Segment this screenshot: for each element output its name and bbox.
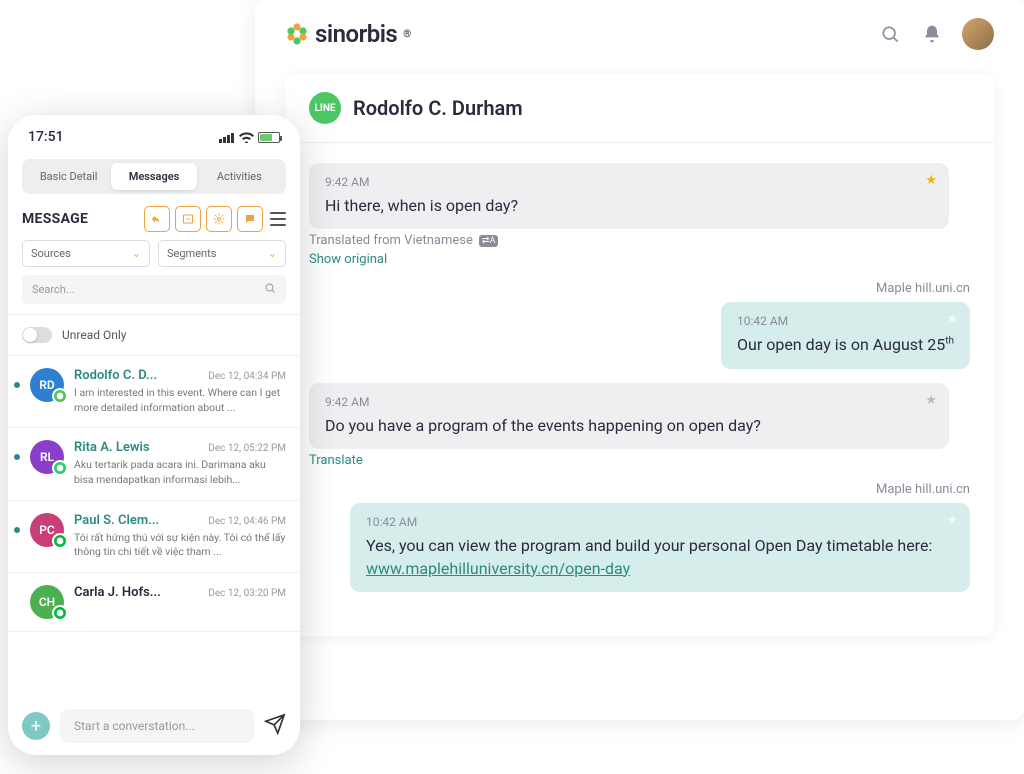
conversation-name: Carla J. Hofs... (74, 585, 161, 600)
message-timestamp: 9:42 AM (325, 395, 933, 409)
composer: + Start a converstation... (22, 709, 286, 743)
message-bubble[interactable]: 9:42 AM Do you have a program of the even… (309, 383, 949, 449)
star-icon[interactable]: ★ (925, 393, 937, 408)
conversation-date: Dec 12, 04:34 PM (208, 371, 286, 382)
message-body: Do you have a program of the events happ… (325, 415, 933, 437)
signal-icon (219, 132, 235, 143)
message-list-header: MESSAGE (8, 206, 300, 240)
search-input[interactable]: Search... (22, 275, 286, 304)
chevron-down-icon: ⌄ (132, 247, 141, 260)
settings-icon[interactable] (206, 206, 232, 232)
message-bubble[interactable]: 9:42 AM Hi there, when is open day? ★ (309, 163, 949, 229)
star-icon[interactable]: ★ (925, 173, 937, 188)
reply-all-icon[interactable] (144, 206, 170, 232)
message-row: Maple hill.uni.cn 10:42 AM Our open day is… (309, 281, 970, 368)
unread-filter-row: Unread Only (8, 314, 300, 355)
message-timestamp: 10:42 AM (366, 515, 954, 529)
conversation-name: Paul S. Clem... (74, 513, 159, 528)
main-panel: sinorbis® LINE Rodolfo C. Durham 9:42 AM… (255, 0, 1024, 720)
brand-mark-icon (285, 22, 309, 46)
conversation-item[interactable]: PC Paul S. Clem... Dec 12, 04:46 PM Tôi rất… (8, 501, 300, 573)
add-button[interactable]: + (22, 712, 50, 740)
status-time: 17:51 (28, 129, 64, 145)
message-heading: MESSAGE (22, 211, 88, 227)
tab-basic-detail[interactable]: Basic Detail (26, 163, 111, 190)
message-bubble[interactable]: 10:42 AM Our open day is on August 25th ★ (721, 302, 970, 368)
archive-icon[interactable] (175, 206, 201, 232)
show-original-link[interactable]: Show original (309, 252, 970, 267)
star-icon[interactable]: ★ (946, 312, 958, 327)
status-bar: 17:51 (8, 129, 300, 155)
tab-activities[interactable]: Activities (197, 163, 282, 190)
wifi-icon (239, 132, 254, 143)
unread-toggle[interactable] (22, 327, 52, 343)
translated-label: Translated from Vietnamese ⇄A (309, 233, 970, 248)
line-icon (52, 388, 68, 404)
wechat-icon (52, 605, 68, 621)
battery-icon (258, 132, 280, 143)
contact-avatar: RL (30, 440, 64, 474)
chat-card: LINE Rodolfo C. Durham 9:42 AM Hi there, … (285, 74, 994, 636)
whatsapp-icon (52, 460, 68, 476)
chevron-down-icon: ⌄ (268, 247, 277, 260)
contact-avatar: CH (30, 585, 64, 619)
unread-dot (14, 382, 20, 388)
message-row: Maple hill.uni.cn 10:42 AM Yes, you can vi… (309, 482, 970, 592)
unread-label: Unread Only (62, 328, 126, 342)
mobile-device: 17:51 Basic Detail Messages Activities M… (8, 115, 300, 755)
conversation-item[interactable]: CH Carla J. Hofs... Dec 12, 03:20 PM (8, 573, 300, 632)
unread-dot (14, 454, 20, 460)
conversation-preview: I am interested in this event. Where can… (74, 386, 286, 415)
translate-icon: ⇄A (479, 235, 498, 247)
sources-filter[interactable]: Sources⌄ (22, 240, 150, 267)
sender-label: Maple hill.uni.cn (876, 281, 970, 296)
message-bubble[interactable]: 10:42 AM Yes, you can view the program an… (350, 503, 970, 592)
conversation-date: Dec 12, 05:22 PM (208, 443, 286, 454)
bell-icon[interactable] (920, 22, 944, 46)
line-icon: LINE (309, 92, 341, 124)
chat-header: LINE Rodolfo C. Durham (285, 74, 994, 143)
segments-filter[interactable]: Segments⌄ (158, 240, 286, 267)
search-icon (264, 282, 276, 297)
contact-avatar: RD (30, 368, 64, 402)
conversation-item[interactable]: RL Rita A. Lewis Dec 12, 05:22 PM Aku terta… (8, 428, 300, 500)
conversation-list: RD Rodolfo C. D... Dec 12, 04:34 PM I am in… (8, 355, 300, 632)
brand-logo: sinorbis® (285, 20, 411, 48)
contact-avatar: PC (30, 513, 64, 547)
compose-input[interactable]: Start a converstation... (60, 709, 254, 743)
tab-bar: Basic Detail Messages Activities (22, 159, 286, 194)
wechat-icon (52, 533, 68, 549)
sender-label: Maple hill.uni.cn (876, 482, 970, 497)
contact-name: Rodolfo C. Durham (353, 96, 523, 120)
message-link[interactable]: www.maplehilluniversity.cn/open-day (366, 559, 630, 578)
conversation-preview: Aku tertarik pada acara ini. Darimana ak… (74, 458, 286, 487)
message-body: Our open day is on August 25th (737, 334, 954, 356)
send-icon[interactable] (264, 713, 286, 739)
conversation-preview: Tôi rất hứng thú với sự kiện này. Tôi có… (74, 531, 286, 560)
chat-icon[interactable] (237, 206, 263, 232)
conversation-date: Dec 12, 04:46 PM (208, 516, 286, 527)
tab-messages[interactable]: Messages (111, 163, 196, 190)
chat-body: 9:42 AM Hi there, when is open day? ★ Trans… (285, 143, 994, 612)
conversation-name: Rita A. Lewis (74, 440, 150, 455)
message-timestamp: 9:42 AM (325, 175, 933, 189)
unread-dot (14, 527, 20, 533)
message-row: 9:42 AM Hi there, when is open day? ★ Trans… (309, 163, 970, 267)
menu-icon[interactable] (270, 212, 286, 226)
conversation-date: Dec 12, 03:20 PM (208, 588, 286, 599)
message-row: 9:42 AM Do you have a program of the even… (309, 383, 970, 468)
user-avatar[interactable] (962, 18, 994, 50)
translate-link[interactable]: Translate (309, 453, 970, 468)
message-body: Yes, you can view the program and build … (366, 535, 954, 580)
app-header: sinorbis® (255, 0, 1024, 62)
message-body: Hi there, when is open day? (325, 195, 933, 217)
conversation-name: Rodolfo C. D... (74, 368, 157, 383)
star-icon[interactable]: ★ (946, 513, 958, 528)
message-timestamp: 10:42 AM (737, 314, 954, 328)
search-icon[interactable] (878, 22, 902, 46)
conversation-item[interactable]: RD Rodolfo C. D... Dec 12, 04:34 PM I am in… (8, 356, 300, 428)
